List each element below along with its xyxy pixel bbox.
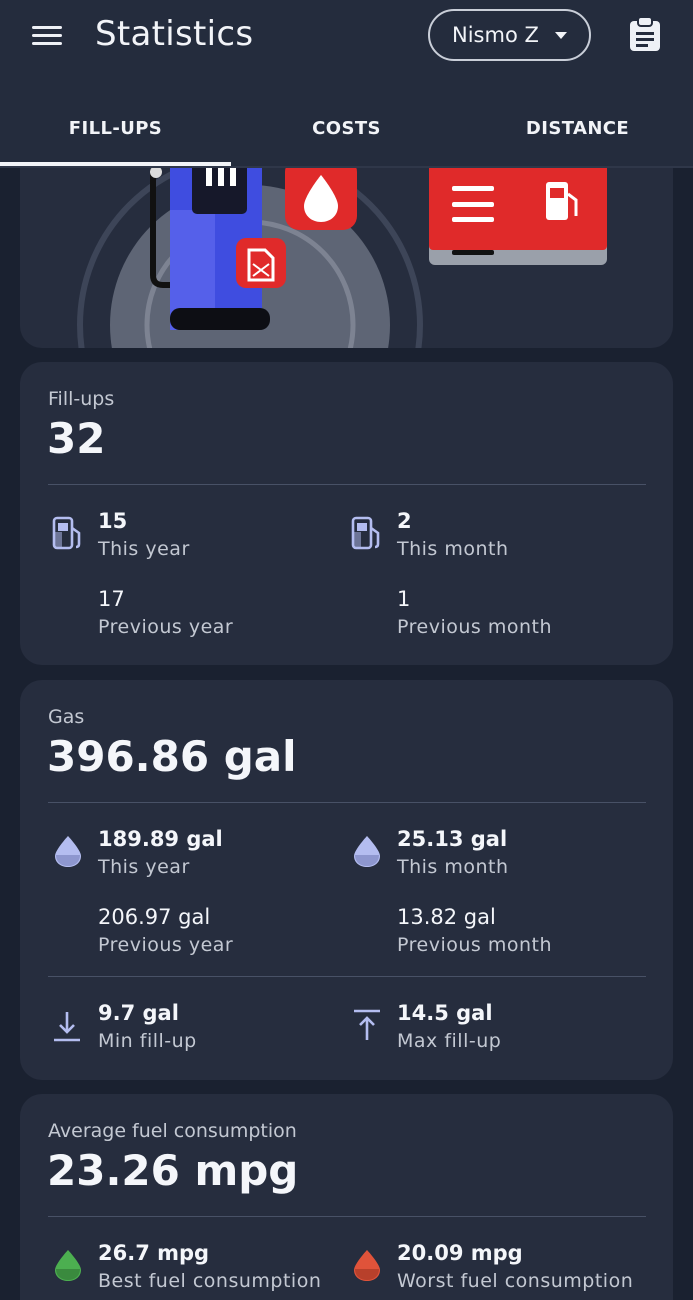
gas-min-fillup: 9.7 gal Min fill-up [98,1000,197,1056]
gas-this-month: 25.13 gal This month [397,826,509,882]
gas-previous-year-label: Previous year [98,934,234,956]
gas-card: Gas 396.86 gal 189.89 gal This year 206.… [20,680,673,1080]
fillups-this-month-label: This month [397,538,509,560]
fillups-previous-month-value: 1 [397,587,411,611]
gas-this-year-label: This year [98,856,190,878]
fillups-card: Fill-ups 32 15 This year 17 Previous yea… [20,362,673,665]
worst-consumption-drop-icon [354,1250,380,1281]
tab-costs[interactable]: COSTS [231,100,462,162]
worst-consumption-value: 20.09 mpg [397,1241,523,1265]
tab-distance-label: DISTANCE [525,118,630,139]
arrow-up-to-line-icon [354,1009,380,1040]
tab-fill-ups-label: FILL-UPS [68,118,163,139]
gas-min-fillup-label: Min fill-up [98,1030,197,1052]
fillups-previous-year: 17 Previous year [98,586,233,642]
gas-previous-month-value: 13.82 gal [397,905,496,929]
divider [48,484,646,485]
gas-previous-year: 206.97 gal Previous year [98,904,233,960]
menu-icon[interactable] [30,24,64,48]
vehicle-dropdown-value: Nismo Z [452,23,539,47]
caret-down-icon [555,32,567,39]
consumption-label: Average fuel consumption [48,1120,297,1142]
gas-previous-month-label: Previous month [397,934,553,956]
best-consumption-drop-icon [55,1250,81,1281]
divider [48,976,646,977]
fuel-drop-icon [354,836,380,867]
fillups-previous-year-label: Previous year [98,616,234,638]
tab-fill-ups[interactable]: FILL-UPS [0,100,231,162]
gas-max-fillup-value: 14.5 gal [397,1001,493,1025]
divider [48,802,646,803]
gas-this-month-value: 25.13 gal [397,827,508,851]
fuel-pump-icon [52,516,81,550]
fuel-drop-icon [55,836,81,867]
fillups-total: 32 [47,414,106,463]
page-title: Statistics [95,14,254,54]
best-consumption-label: Best fuel consumption [98,1270,322,1292]
fillups-previous-month-label: Previous month [397,616,553,638]
worst-consumption-label: Worst fuel consumption [397,1270,634,1292]
app-bar: Statistics Nismo Z FILL-UPS COSTS DISTAN… [0,0,693,168]
fillups-this-month: 2 This month [397,508,509,564]
fuel-pump-icon [351,516,380,550]
gas-previous-month: 13.82 gal Previous month [397,904,552,960]
gas-max-fillup-label: Max fill-up [397,1030,502,1052]
fillups-label: Fill-ups [48,388,115,410]
arrow-down-to-line-icon [54,1012,80,1042]
gas-this-year-value: 189.89 gal [98,827,223,851]
gas-this-month-label: This month [397,856,509,878]
best-consumption: 26.7 mpg Best fuel consumption [98,1240,321,1296]
fillups-previous-month: 1 Previous month [397,586,552,642]
tab-costs-label: COSTS [312,118,381,139]
tab-divider [0,166,693,168]
gas-previous-year-value: 206.97 gal [98,905,211,929]
consumption-average: 23.26 mpg [47,1146,299,1195]
gas-this-year: 189.89 gal This year [98,826,223,882]
gas-min-fillup-value: 9.7 gal [98,1001,179,1025]
divider [48,1216,646,1217]
fillups-this-year: 15 This year [98,508,190,564]
fillups-this-month-value: 2 [397,509,412,533]
app-root: Statistics Nismo Z FILL-UPS COSTS DISTAN… [0,0,693,1300]
gas-max-fillup: 14.5 gal Max fill-up [397,1000,501,1056]
tab-distance[interactable]: DISTANCE [462,100,693,162]
tab-bar: FILL-UPS COSTS DISTANCE [0,100,693,168]
vehicle-dropdown[interactable]: Nismo Z [428,9,591,61]
fillups-previous-year-value: 17 [98,587,125,611]
clipboard-icon[interactable] [628,16,662,52]
best-consumption-value: 26.7 mpg [98,1241,210,1265]
worst-consumption: 20.09 mpg Worst fuel consumption [397,1240,633,1296]
gas-label: Gas [48,706,85,728]
fillups-this-year-value: 15 [98,509,128,533]
gas-total: 396.86 gal [47,732,297,781]
consumption-card: Average fuel consumption 23.26 mpg 26.7 … [20,1094,673,1300]
fillups-this-year-label: This year [98,538,190,560]
